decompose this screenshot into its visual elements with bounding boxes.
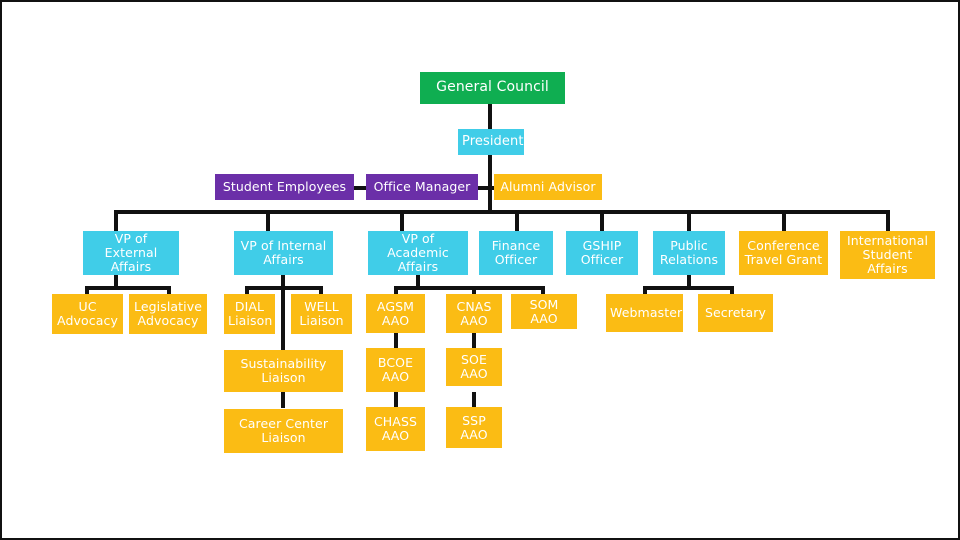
node-international-student-affairs[interactable]: International Student Affairs (840, 231, 935, 279)
connector-external-bar (85, 286, 171, 290)
connector-council-president (488, 104, 492, 129)
node-sustainability-liaison[interactable]: Sustainability Liaison (224, 350, 343, 392)
connector-soe-ssp (472, 392, 476, 407)
node-public-relations[interactable]: Public Relations (653, 231, 725, 275)
connector-main-bus (114, 210, 888, 214)
node-public-relations-label: Public Relations (659, 238, 719, 267)
node-alumni-advisor[interactable]: Alumni Advisor (494, 174, 602, 200)
node-dial-liaison-label: DIAL Liaison (228, 299, 273, 328)
node-well-liaison-label: WELL Liaison (299, 299, 344, 328)
node-legislative-advocacy-label: Legislative Advocacy (133, 299, 203, 328)
node-gship-officer-label: GSHIP Officer (580, 238, 624, 267)
node-international-student-affairs-label: International Student Affairs (846, 233, 929, 276)
connector-bcoe-chass (394, 392, 398, 407)
node-career-center-liaison-label: Career Center Liaison (238, 416, 329, 445)
connector-employees-manager (354, 186, 366, 190)
node-general-council[interactable]: General Council (420, 72, 565, 104)
node-agsm-aao[interactable]: AGSM AAO (366, 294, 425, 333)
node-office-manager-label: Office Manager (373, 179, 471, 194)
node-secretary-label: Secretary (704, 305, 767, 320)
org-chart-canvas: General Council President Student Employ… (0, 0, 960, 540)
connector-bus-drop-pr (687, 210, 691, 231)
connector-bus-drop-ctg (782, 210, 786, 231)
node-bcoe-aao-label: BCOE AAO (377, 355, 414, 384)
node-well-liaison[interactable]: WELL Liaison (291, 294, 352, 334)
node-som-aao[interactable]: SOM AAO (511, 294, 577, 329)
node-soe-aao-label: SOE AAO (460, 352, 488, 381)
node-vp-external-affairs[interactable]: VP of External Affairs (83, 231, 179, 275)
node-webmaster[interactable]: Webmaster (606, 294, 683, 332)
connector-academic-bar (394, 286, 545, 290)
node-president-label: President (462, 133, 524, 149)
connector-bus-drop-isa (886, 210, 890, 231)
node-student-employees[interactable]: Student Employees (215, 174, 354, 200)
node-bcoe-aao[interactable]: BCOE AAO (366, 348, 425, 392)
connector-bus-drop-finance (515, 210, 519, 231)
node-cnas-aao-label: CNAS AAO (456, 298, 492, 328)
connector-president-down (488, 155, 492, 212)
node-chass-aao-label: CHASS AAO (373, 414, 418, 443)
connector-agsm-bcoe (394, 333, 398, 348)
node-som-aao-label: SOM AAO (529, 296, 559, 326)
node-vp-internal-affairs[interactable]: VP of Internal Affairs (234, 231, 333, 275)
node-chass-aao[interactable]: CHASS AAO (366, 407, 425, 451)
node-ssp-aao[interactable]: SSP AAO (446, 407, 502, 448)
node-vp-academic-affairs-label: VP of Academic Affairs (387, 231, 449, 274)
node-conference-travel-grant-label: Conference Travel Grant (744, 238, 823, 267)
connector-sustainability-career (281, 392, 285, 408)
node-uc-advocacy-label: UC Advocacy (57, 299, 118, 328)
node-general-council-label: General Council (436, 79, 549, 96)
node-agsm-aao-label: AGSM AAO (376, 298, 415, 328)
node-vp-external-affairs-label: VP of External Affairs (104, 231, 158, 274)
node-office-manager[interactable]: Office Manager (366, 174, 478, 200)
node-finance-officer-label: Finance Officer (491, 238, 541, 267)
node-conference-travel-grant[interactable]: Conference Travel Grant (739, 231, 828, 275)
node-vp-academic-affairs[interactable]: VP of Academic Affairs (368, 231, 468, 275)
node-alumni-advisor-label: Alumni Advisor (500, 179, 596, 194)
connector-bus-drop-gship (600, 210, 604, 231)
node-soe-aao[interactable]: SOE AAO (446, 348, 502, 386)
node-webmaster-label: Webmaster (610, 305, 683, 320)
node-student-employees-label: Student Employees (222, 179, 347, 194)
node-president[interactable]: President (458, 129, 524, 155)
node-legislative-advocacy[interactable]: Legislative Advocacy (129, 294, 207, 334)
connector-bus-drop-internal (266, 210, 270, 231)
node-cnas-aao[interactable]: CNAS AAO (446, 294, 502, 333)
connector-internal-bar (245, 286, 323, 290)
node-vp-internal-affairs-label: VP of Internal Affairs (240, 238, 327, 267)
node-uc-advocacy[interactable]: UC Advocacy (52, 294, 123, 334)
node-dial-liaison[interactable]: DIAL Liaison (224, 294, 275, 334)
connector-bus-drop-external (114, 210, 118, 231)
connector-cnas-soe (472, 333, 476, 348)
node-finance-officer[interactable]: Finance Officer (479, 231, 553, 275)
node-sustainability-liaison-label: Sustainability Liaison (240, 356, 327, 385)
node-ssp-aao-label: SSP AAO (460, 412, 488, 442)
connector-pr-bar (643, 286, 734, 290)
node-secretary[interactable]: Secretary (698, 294, 773, 332)
node-gship-officer[interactable]: GSHIP Officer (566, 231, 638, 275)
connector-bus-drop-academic (400, 210, 404, 231)
node-career-center-liaison[interactable]: Career Center Liaison (224, 409, 343, 453)
